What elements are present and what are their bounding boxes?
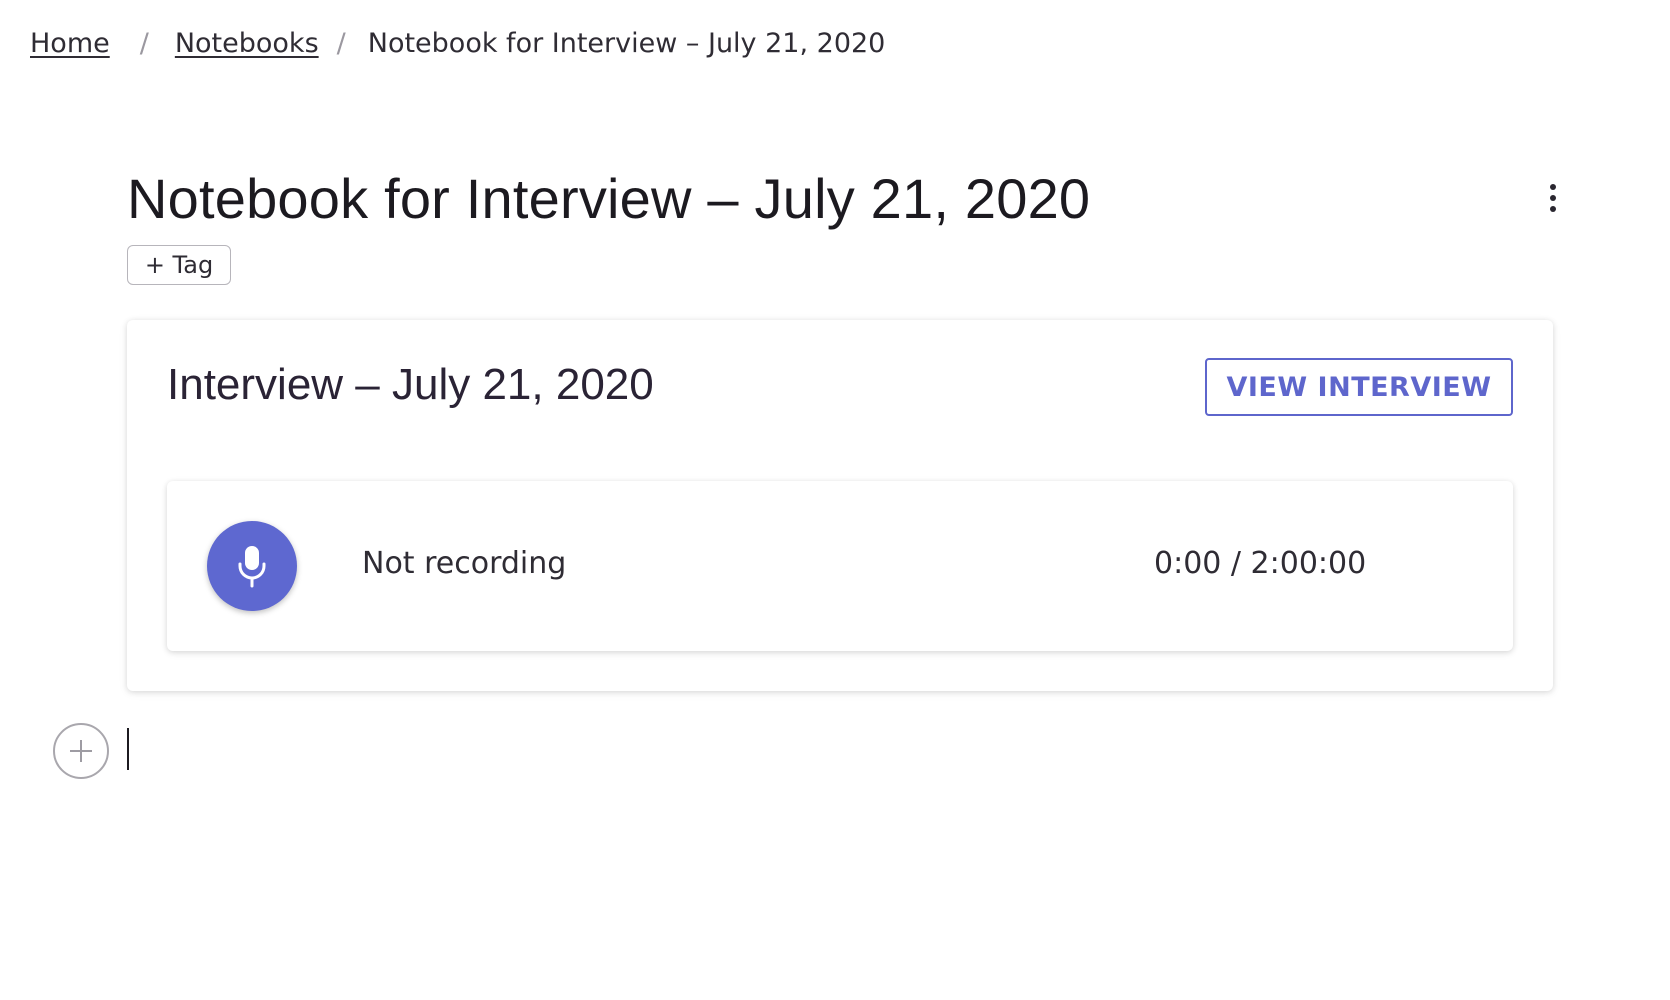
add-tag-button[interactable]: + Tag [127, 245, 231, 285]
view-interview-button[interactable]: VIEW INTERVIEW [1205, 358, 1513, 416]
microphone-icon[interactable] [207, 521, 297, 611]
kebab-dot [1550, 195, 1556, 201]
notebook-page: Home / Notebooks / Notebook for Intervie… [0, 0, 1670, 1000]
breadcrumb-separator: / [336, 28, 346, 59]
interview-title: Interview – July 21, 2020 [167, 360, 654, 409]
page-title: Notebook for Interview – July 21, 2020 [127, 167, 1091, 230]
kebab-dot [1550, 206, 1556, 212]
breadcrumb-separator: / [139, 28, 149, 59]
add-block-button[interactable] [53, 723, 109, 779]
breadcrumb: Home / Notebooks / Notebook for Intervie… [30, 28, 885, 59]
recording-status: Not recording [362, 546, 567, 581]
breadcrumb-current: Notebook for Interview – July 21, 2020 [367, 28, 886, 59]
editor-text-cursor[interactable] [127, 728, 129, 770]
microphone-glyph [238, 546, 266, 588]
plus-icon [70, 740, 92, 762]
recording-time: 0:00 / 2:00:00 [1154, 546, 1367, 581]
interview-card: Interview – July 21, 2020 VIEW INTERVIEW… [127, 320, 1553, 691]
more-options-icon[interactable] [1546, 184, 1560, 212]
breadcrumb-home-link[interactable]: Home [30, 28, 110, 59]
breadcrumb-notebooks-link[interactable]: Notebooks [175, 28, 319, 59]
kebab-dot [1550, 184, 1556, 190]
recorder-panel: Not recording 0:00 / 2:00:00 [167, 481, 1513, 651]
